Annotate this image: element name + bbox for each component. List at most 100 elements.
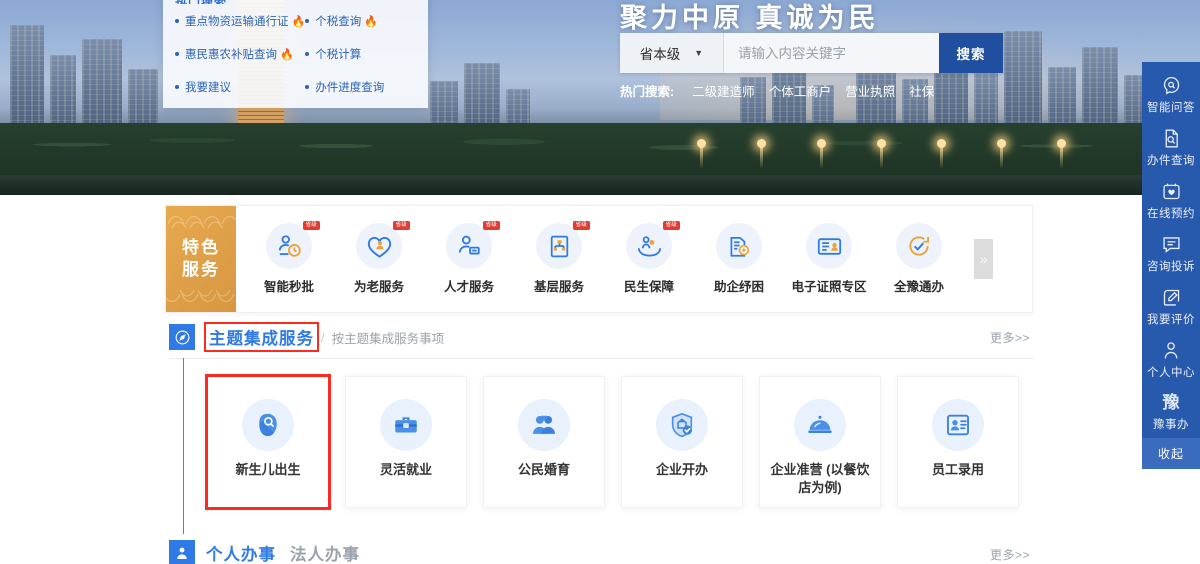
hot-keyword[interactable]: 个体工商户 (769, 81, 832, 100)
topic-card-icon-circle (656, 399, 708, 451)
dropdown-item-label: 重点物资运输通行证 (185, 16, 289, 28)
rail-item-yushiban[interactable]: 豫 豫事办 (1142, 386, 1200, 438)
affairs-tab-legal-entity[interactable]: 法人办事 (290, 541, 360, 564)
rail-item-user-center[interactable]: 个人中心 (1142, 333, 1200, 386)
feature-item-livelihood[interactable]: 省级 民生保障 (604, 221, 694, 295)
affairs-section-more-link[interactable]: 更多>> (990, 546, 1030, 563)
hot-keyword[interactable]: 营业执照 (845, 81, 895, 100)
topic-card-label: 企业准营 (以餐饮店为例) (770, 462, 870, 495)
feature-item-badge: 省级 (482, 221, 500, 230)
person-icon (1164, 342, 1177, 359)
rail-item-label: 在线预约 (1147, 208, 1195, 220)
flame-icon: 🔥 (280, 48, 294, 61)
dropdown-item-label: 个税查询 (315, 16, 362, 28)
street-lamp (817, 139, 826, 169)
baby-icon (259, 413, 277, 437)
topic-card-label: 灵活就业 (379, 462, 432, 477)
feature-item-badge: 省级 (662, 221, 680, 230)
talent-card-icon (458, 235, 480, 255)
dropdown-item[interactable]: 重点物资运输通行证 🔥 (175, 13, 305, 29)
topic-card-flexible-employment[interactable]: 灵活就业 (345, 376, 467, 508)
feature-item-label: 基层服务 (533, 280, 584, 294)
hot-search-dropdown-panel[interactable]: 热门搜索 重点物资运输通行证 🔥 个税查询 🔥 惠民惠农补贴查询 🔥 (163, 0, 428, 108)
search-button[interactable]: 搜索 (939, 33, 1003, 73)
topic-card-marriage-childbirth[interactable]: 公民婚育 (483, 376, 605, 508)
feature-item-icon-circle (896, 223, 942, 269)
id-card-icon (817, 237, 841, 255)
rail-collapse-button[interactable]: 收起 (1142, 438, 1200, 469)
banner-slogan: 聚力中原 真诚为民 (620, 3, 880, 33)
feature-item-icon-circle: 省级 (446, 221, 500, 269)
cloche-icon (808, 415, 832, 434)
feature-item-icon-circle: 省级 (266, 221, 320, 269)
topic-card-enterprise-operation[interactable]: 企业准营 (以餐饮店为例) (759, 376, 881, 508)
feature-item-badge: 省级 (392, 221, 410, 230)
feature-item-smart-approval[interactable]: 省级 智能秒批 (244, 221, 334, 295)
topic-section-more-link[interactable]: 更多>> (990, 329, 1030, 346)
right-side-rail: 智能问答 办件查询 在线预约 咨询投诉 我要评价 个人中心 豫 豫事办 收起 (1142, 62, 1200, 469)
qa-head-icon (1163, 76, 1179, 95)
flame-icon: 🔥 (364, 15, 378, 28)
street-lamp (997, 139, 1006, 169)
affairs-tab-personal[interactable]: 个人办事 (206, 541, 276, 564)
document-search-icon (1165, 129, 1178, 148)
topic-card-icon-circle (380, 399, 432, 451)
chevron-down-icon: ▼ (694, 48, 704, 58)
topic-card-label: 企业开办 (655, 462, 708, 477)
feature-item-province-wide[interactable]: 全豫通办 (874, 223, 964, 295)
rail-item-case-query[interactable]: 办件查询 (1142, 121, 1200, 174)
feature-services-tag-label: 特色 服务 (182, 237, 220, 281)
rail-item-consult-complaint[interactable]: 咨询投诉 (1142, 227, 1200, 280)
topic-section-subtitle: 按主题集成服务事项 (331, 331, 445, 346)
couple-icon (533, 415, 555, 434)
feature-item-enterprise-relief[interactable]: 助企纾困 (694, 223, 784, 295)
feature-item-label: 电子证照专区 (791, 280, 867, 294)
feature-next-button[interactable]: » (974, 239, 993, 279)
chat-bubble-icon (1162, 237, 1180, 253)
tag-line-2: 服务 (182, 260, 220, 279)
compass-icon (175, 330, 189, 344)
dropdown-item[interactable]: 个税计算 (305, 46, 416, 62)
refresh-check-icon (909, 236, 930, 256)
topic-card-employee-hiring[interactable]: 员工录用 (897, 376, 1019, 508)
region-select[interactable]: 省本级 ▼ (620, 33, 724, 73)
street-lamp (757, 139, 766, 169)
dropdown-item[interactable]: 办件进度查询 (305, 79, 416, 95)
dropdown-item[interactable]: 我要建议 (175, 79, 305, 95)
feature-item-grassroots-service[interactable]: 省级 基层服务 (514, 221, 604, 295)
dropdown-items: 重点物资运输通行证 🔥 个税查询 🔥 惠民惠农补贴查询 🔥 个税计算 我要建议 … (175, 13, 416, 95)
rail-item-label: 个人中心 (1147, 367, 1195, 379)
building-coin-icon (730, 237, 750, 257)
topic-card-newborn[interactable]: 新生儿出生 (205, 374, 331, 510)
hot-search-row: 热门搜索: 二级建造师 个体工商户 营业执照 社保 (620, 81, 934, 100)
search-input[interactable] (724, 33, 939, 73)
feature-item-icon-circle: 省级 (626, 221, 680, 269)
tag-line-1: 特色 (182, 238, 220, 257)
feature-item-label: 民生保障 (623, 280, 674, 294)
feature-item-elder-service[interactable]: 省级 为老服务 (334, 221, 424, 295)
hot-keyword[interactable]: 二级建造师 (692, 81, 755, 100)
topic-card-enterprise-setup[interactable]: 企业开办 (621, 376, 743, 508)
cloud-pattern-icon (166, 289, 235, 303)
rail-item-intelligent-qa[interactable]: 智能问答 (1142, 68, 1200, 121)
topic-card-label: 公民婚育 (517, 462, 570, 477)
dropdown-item[interactable]: 惠民惠农补贴查询 🔥 (175, 46, 305, 62)
topic-section-divider (169, 358, 1033, 359)
feature-item-talent-service[interactable]: 省级 人才服务 (424, 221, 514, 295)
hot-keyword[interactable]: 社保 (909, 81, 934, 100)
bullet-dot-icon (175, 19, 179, 23)
feature-services-tag: 特色 服务 (166, 206, 236, 312)
rail-item-label: 我要评价 (1147, 314, 1195, 326)
bullet-dot-icon (305, 19, 310, 23)
topic-card-icon-circle (242, 399, 294, 451)
dropdown-item[interactable]: 个税查询 🔥 (305, 13, 416, 29)
topic-section-header: 主题集成服务 / 按主题集成服务事项 (169, 322, 445, 352)
heart-elder-icon (367, 236, 391, 258)
feature-item-e-license-zone[interactable]: 电子证照专区 (784, 223, 874, 295)
compass-badge (169, 324, 195, 350)
rail-item-online-booking[interactable]: 在线预约 (1142, 174, 1200, 227)
plaza-ground (0, 175, 1200, 195)
rail-item-evaluate[interactable]: 我要评价 (1142, 280, 1200, 333)
shield-check-icon (671, 412, 693, 438)
topic-section-title: 主题集成服务 (204, 322, 319, 352)
